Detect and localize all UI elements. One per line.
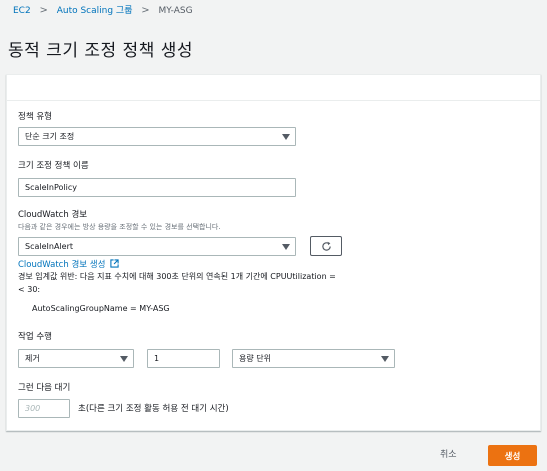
policy-form-panel: 정책 유형 단순 크기 조정 크기 조정 정책 이름 ScaleInPolicy… [6,74,541,431]
policy-type-value: 단순 크기 조정 [25,132,75,141]
page-title: 동적 크기 조정 정책 생성 [8,41,194,61]
action-label: 작업 수행 [18,332,52,342]
policy-name-input[interactable]: ScaleInPolicy [18,178,296,197]
policy-type-label: 정책 유형 [18,112,52,122]
caret-down-icon [282,134,290,140]
breadcrumb: EC2 > Auto Scaling 그룹 > MY-ASG [13,5,193,17]
breadcrumb-link-asg[interactable]: Auto Scaling 그룹 [57,5,133,17]
alarm-description: 다음과 같은 경우에는 방상 용량을 조정할 수 있는 경보를 선택합니다. [18,223,221,231]
panel-header [7,75,540,101]
caret-down-icon [282,244,290,250]
alarm-breach-text-cont: < 30: [18,285,41,294]
alarm-breach-text: 경보 임계값 위반: 다음 지표 수치에 대해 300초 단위의 연속된 1개 … [18,272,336,281]
action-amount-value: 1 [154,354,160,363]
alarm-value: ScaleInAlert [25,242,73,251]
cooldown-label: 그런 다음 대기 [18,383,71,393]
policy-name-value: ScaleInPolicy [25,183,77,192]
breadcrumb-current: MY-ASG [158,6,193,16]
policy-type-select[interactable]: 단순 크기 조정 [18,127,296,146]
alarm-dimension: AutoScalingGroupName = MY-ASG [32,304,170,313]
caret-down-icon [381,356,389,362]
action-unit-value: 용량 단위 [239,354,271,363]
create-alarm-link[interactable]: CloudWatch 경보 생성 [18,259,119,271]
breadcrumb-link-ec2[interactable]: EC2 [13,5,31,17]
chevron-right-icon: > [141,5,150,16]
alarm-select[interactable]: ScaleInAlert [18,237,296,256]
refresh-icon [322,241,331,251]
cancel-button[interactable]: 취소 [440,447,457,460]
chevron-right-icon: > [39,5,48,16]
create-alarm-link-label: CloudWatch 경보 생성 [18,260,106,270]
cooldown-placeholder: 300 [25,404,41,413]
cooldown-suffix: 초(다른 크기 조정 활동 허용 전 대기 시간) [78,404,229,414]
action-operation-value: 제거 [25,354,40,363]
alarm-label: CloudWatch 경보 [18,210,88,220]
refresh-alarms-button[interactable] [310,236,342,256]
caret-down-icon [120,356,128,362]
policy-name-label: 크기 조정 정책 이름 [18,161,89,171]
cooldown-input[interactable]: 300 [18,399,70,418]
external-link-icon [110,259,119,268]
create-button[interactable]: 생성 [488,445,537,466]
action-unit-select[interactable]: 용량 단위 [232,349,395,368]
action-operation-select[interactable]: 제거 [18,349,134,368]
action-amount-input[interactable]: 1 [147,349,220,368]
